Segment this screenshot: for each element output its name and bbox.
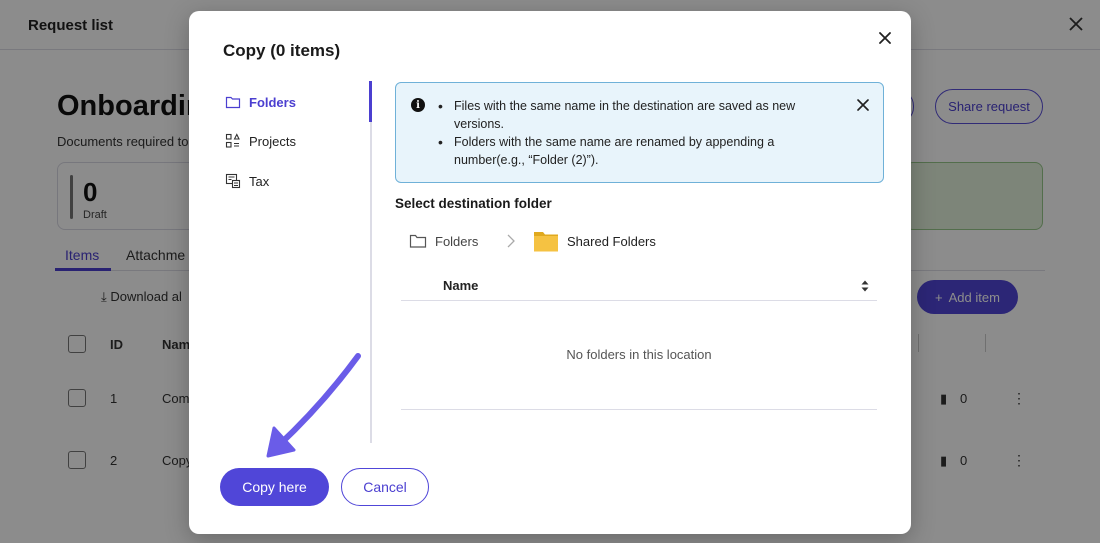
nav-item-folders[interactable]: Folders xyxy=(225,90,296,114)
breadcrumb-folders[interactable]: Folders xyxy=(409,230,478,252)
folder-icon xyxy=(225,96,241,109)
nav-divider xyxy=(370,81,372,443)
copy-here-button[interactable]: Copy here xyxy=(220,468,329,506)
folder-table-header: Name xyxy=(401,273,877,301)
nav-item-projects[interactable]: Projects xyxy=(225,129,296,153)
breadcrumb-label: Folders xyxy=(435,233,479,249)
cancel-button[interactable]: Cancel xyxy=(341,468,429,506)
close-icon[interactable] xyxy=(855,97,871,113)
info-icon: i xyxy=(411,98,425,112)
table-bottom-border xyxy=(401,409,877,410)
sort-icon[interactable] xyxy=(859,278,871,294)
folder-icon xyxy=(409,234,427,248)
nav-item-tax[interactable]: Tax xyxy=(225,169,269,193)
close-icon[interactable] xyxy=(875,28,895,48)
breadcrumb-label: Shared Folders xyxy=(567,233,656,249)
annotation-arrow-icon xyxy=(266,353,361,458)
folder-icon xyxy=(534,232,558,252)
nav-label: Folders xyxy=(249,94,296,110)
column-name[interactable]: Name xyxy=(443,278,478,293)
chevron-right-icon xyxy=(507,234,515,248)
dialog-title: Copy (0 items) xyxy=(223,41,341,60)
projects-icon xyxy=(225,133,240,148)
info-banner: i Files with the same name in the destin… xyxy=(395,82,884,183)
info-item: Files with the same name in the destinat… xyxy=(438,97,838,133)
section-label: Select destination folder xyxy=(395,196,552,211)
breadcrumb-shared-folders[interactable]: Shared Folders xyxy=(533,228,656,254)
nav-label: Tax xyxy=(249,173,270,189)
info-item: Folders with the same name are renamed b… xyxy=(438,133,838,169)
info-list: Files with the same name in the destinat… xyxy=(438,97,838,169)
empty-state-message: No folders in this location xyxy=(566,347,712,362)
nav-active-indicator xyxy=(369,81,372,122)
nav-label: Projects xyxy=(249,133,296,149)
tax-icon xyxy=(225,173,241,189)
